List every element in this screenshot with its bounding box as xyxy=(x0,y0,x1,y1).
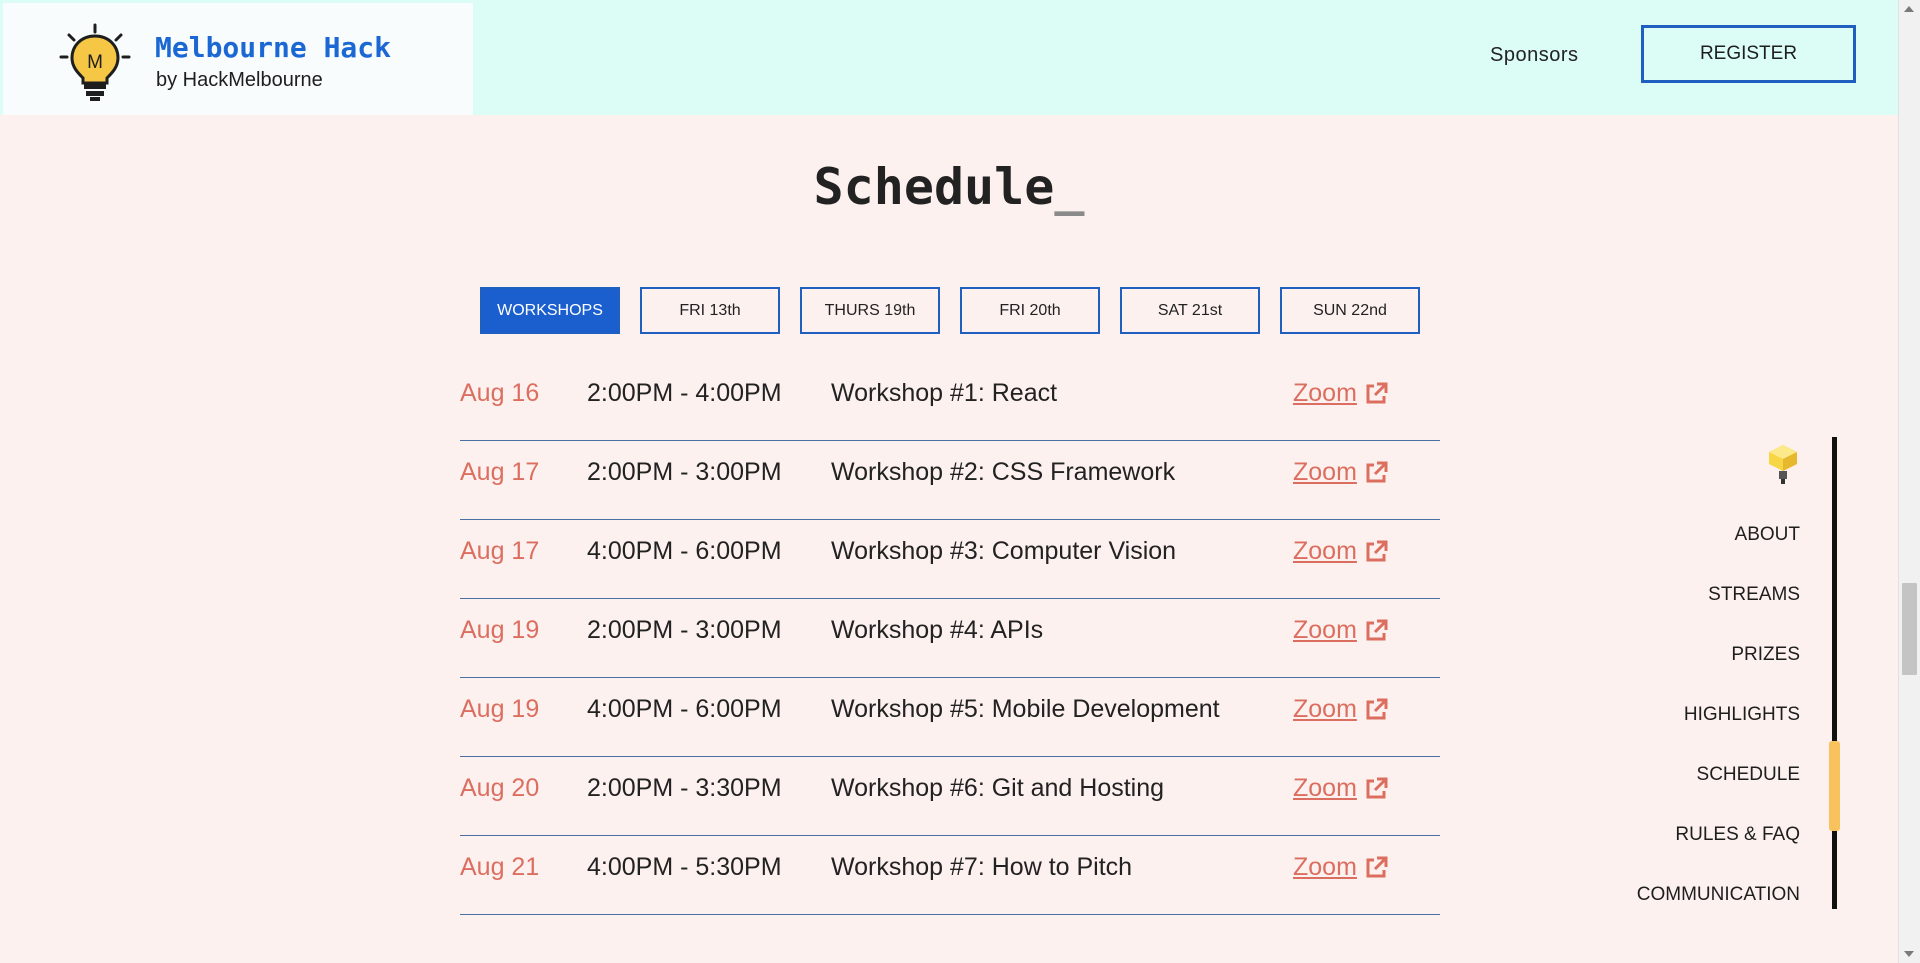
zoom-link-label: Zoom xyxy=(1293,458,1357,486)
external-link-icon xyxy=(1366,382,1388,403)
external-link-icon xyxy=(1366,461,1388,482)
external-link-icon xyxy=(1366,856,1388,877)
register-button[interactable]: REGISTER xyxy=(1641,25,1856,83)
zoom-link[interactable]: Zoom xyxy=(1293,458,1389,487)
tab-fri-13th[interactable]: FRI 13th xyxy=(640,287,780,334)
event-title: Workshop #6: Git and Hosting xyxy=(831,774,1165,802)
scroll-up-arrow-icon[interactable] xyxy=(1904,6,1914,12)
event-date: Aug 19 xyxy=(460,695,540,723)
lightbulb-logo-icon: M xyxy=(59,23,131,101)
schedule-row: Aug 20 2:00PM - 3:30PM Workshop #6: Git … xyxy=(460,757,1440,836)
typing-cursor: _ xyxy=(1054,158,1085,216)
zoom-link[interactable]: Zoom xyxy=(1293,853,1389,882)
external-link-icon xyxy=(1366,777,1388,798)
scrollbar-thumb[interactable] xyxy=(1902,583,1917,675)
event-time: 2:00PM - 3:30PM xyxy=(587,774,782,802)
zoom-link[interactable]: Zoom xyxy=(1293,695,1389,724)
zoom-link-label: Zoom xyxy=(1293,616,1357,644)
side-nav-track xyxy=(1832,437,1837,909)
external-link-icon xyxy=(1366,619,1388,640)
side-nav-prizes[interactable]: PRIZES xyxy=(1731,644,1800,666)
page-title: Schedule_ xyxy=(0,158,1898,216)
zoom-link[interactable]: Zoom xyxy=(1293,616,1389,645)
schedule-row: Aug 17 2:00PM - 3:00PM Workshop #2: CSS … xyxy=(460,441,1440,520)
page-scrollbar[interactable] xyxy=(1898,0,1920,963)
schedule-row: Aug 21 4:00PM - 5:30PM Workshop #7: How … xyxy=(460,836,1440,915)
tab-sat-21st[interactable]: SAT 21st xyxy=(1120,287,1260,334)
event-title: Workshop #7: How to Pitch xyxy=(831,853,1133,881)
side-nav-highlights[interactable]: HIGHLIGHTS xyxy=(1684,704,1800,726)
zoom-link-label: Zoom xyxy=(1293,853,1357,881)
scroll-down-arrow-icon[interactable] xyxy=(1904,951,1914,957)
schedule-row: Aug 17 4:00PM - 6:00PM Workshop #3: Comp… xyxy=(460,520,1440,599)
event-date: Aug 19 xyxy=(460,616,540,644)
schedule-tabs: WORKSHOPS FRI 13th THURS 19th FRI 20th S… xyxy=(480,287,1420,334)
event-date: Aug 17 xyxy=(460,537,540,565)
event-title: Workshop #2: CSS Framework xyxy=(831,458,1176,486)
page-title-text: Schedule xyxy=(813,158,1055,216)
side-nav-streams[interactable]: STREAMS xyxy=(1708,584,1800,606)
event-time: 4:00PM - 5:30PM xyxy=(587,853,782,881)
side-nav-rules-faq[interactable]: RULES & FAQ xyxy=(1675,824,1800,846)
tab-fri-20th[interactable]: FRI 20th xyxy=(960,287,1100,334)
zoom-link[interactable]: Zoom xyxy=(1293,379,1389,408)
zoom-link-label: Zoom xyxy=(1293,774,1357,802)
event-time: 2:00PM - 3:00PM xyxy=(587,616,782,644)
event-date: Aug 21 xyxy=(460,853,540,881)
zoom-link[interactable]: Zoom xyxy=(1293,537,1389,566)
schedule-row: Aug 19 4:00PM - 6:00PM Workshop #5: Mobi… xyxy=(460,678,1440,757)
side-nav-communication[interactable]: COMMUNICATION xyxy=(1637,884,1800,906)
schedule-list: Aug 16 2:00PM - 4:00PM Workshop #1: Reac… xyxy=(460,362,1440,915)
zoom-link[interactable]: Zoom xyxy=(1293,774,1389,803)
side-nav-active-indicator xyxy=(1829,741,1840,831)
event-date: Aug 17 xyxy=(460,458,540,486)
side-nav-schedule[interactable]: SCHEDULE xyxy=(1697,764,1800,786)
event-time: 2:00PM - 4:00PM xyxy=(587,379,782,407)
schedule-row: Aug 19 2:00PM - 3:00PM Workshop #4: APIs… xyxy=(460,599,1440,678)
side-nav-about[interactable]: ABOUT xyxy=(1735,524,1800,546)
tab-workshops[interactable]: WORKSHOPS xyxy=(480,287,620,334)
brand-subtitle: by HackMelbourne xyxy=(156,69,323,91)
event-title: Workshop #1: React xyxy=(831,379,1058,407)
top-header: M Melbourne Hack by HackMelbourne Sponso… xyxy=(0,0,1898,115)
side-navigation: ABOUT STREAMS PRIZES HIGHLIGHTS SCHEDULE… xyxy=(1600,437,1840,909)
nav-link-sponsors[interactable]: Sponsors xyxy=(1490,44,1579,67)
brand-logo-link[interactable]: M Melbourne Hack by HackMelbourne xyxy=(3,3,473,115)
event-title: Workshop #4: APIs xyxy=(831,616,1044,644)
logo-letter: M xyxy=(87,52,103,73)
external-link-icon xyxy=(1366,540,1388,561)
external-link-icon xyxy=(1366,698,1388,719)
event-title: Workshop #5: Mobile Development xyxy=(831,695,1220,723)
event-date: Aug 20 xyxy=(460,774,540,802)
event-title: Workshop #3: Computer Vision xyxy=(831,537,1177,565)
tab-thurs-19th[interactable]: THURS 19th xyxy=(800,287,940,334)
event-time: 4:00PM - 6:00PM xyxy=(587,695,782,723)
brand-title: Melbourne Hack xyxy=(155,31,392,64)
zoom-link-label: Zoom xyxy=(1293,695,1357,723)
event-time: 4:00PM - 6:00PM xyxy=(587,537,782,565)
zoom-link-label: Zoom xyxy=(1293,379,1357,407)
lightbulb-icon[interactable] xyxy=(1766,443,1800,487)
event-time: 2:00PM - 3:00PM xyxy=(587,458,782,486)
schedule-row: Aug 16 2:00PM - 4:00PM Workshop #1: Reac… xyxy=(460,362,1440,441)
zoom-link-label: Zoom xyxy=(1293,537,1357,565)
tab-sun-22nd[interactable]: SUN 22nd xyxy=(1280,287,1420,334)
event-date: Aug 16 xyxy=(460,379,540,407)
